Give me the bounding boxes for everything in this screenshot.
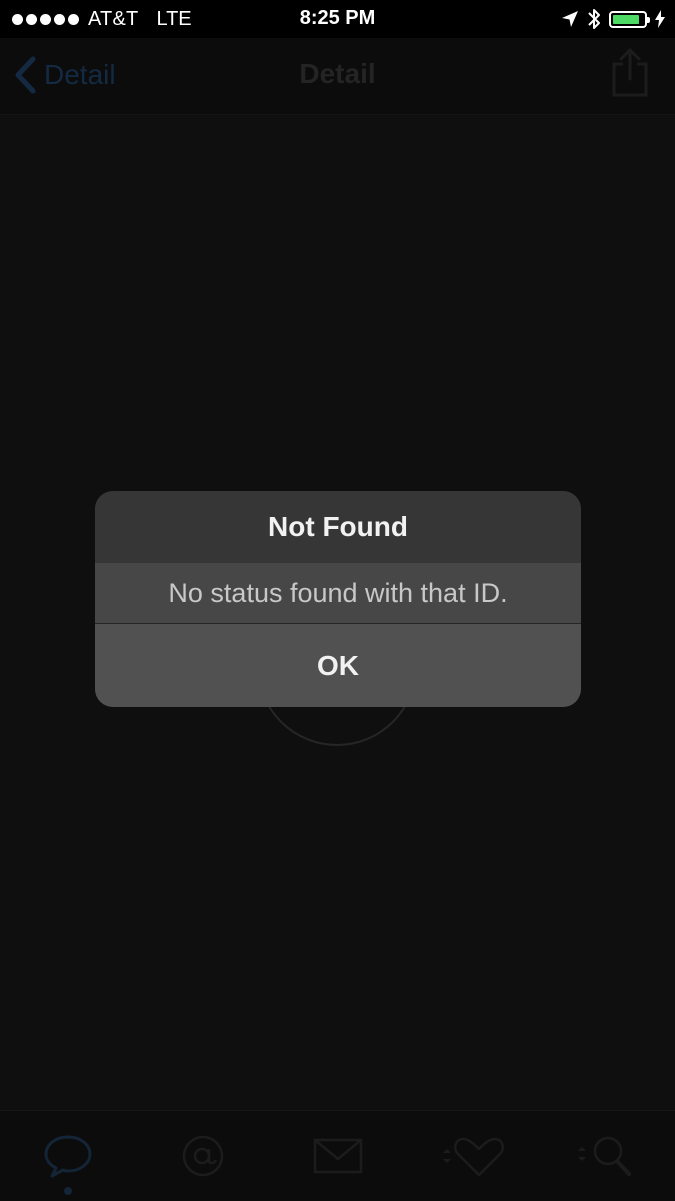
battery-icon <box>609 10 650 28</box>
speech-bubble-icon <box>44 1135 91 1178</box>
charging-bolt-icon <box>655 10 665 28</box>
navigation-bar: Detail Detail <box>0 38 675 115</box>
tab-selected-indicator <box>64 1187 72 1195</box>
tab-messages[interactable] <box>270 1111 405 1201</box>
alert-message: No status found with that ID. <box>95 563 581 623</box>
tab-timeline[interactable] <box>0 1111 135 1201</box>
share-icon <box>612 47 648 97</box>
tab-mentions[interactable] <box>135 1111 270 1201</box>
status-right <box>561 6 665 32</box>
share-button[interactable] <box>611 47 649 103</box>
search-icon <box>577 1136 631 1176</box>
tab-favorites[interactable] <box>405 1111 540 1201</box>
envelope-icon <box>313 1138 362 1174</box>
bluetooth-icon <box>588 9 600 29</box>
location-arrow-icon <box>562 11 578 27</box>
alert-dialog: Not Found No status found with that ID. … <box>95 491 581 707</box>
tab-bar <box>0 1110 675 1201</box>
status-bar: AT&T LTE 8:25 PM <box>0 0 675 38</box>
alert-title: Not Found <box>95 491 581 563</box>
page-title: Detail <box>299 58 376 89</box>
tab-search[interactable] <box>540 1111 675 1201</box>
heart-icon <box>442 1137 504 1177</box>
app-screen: AT&T LTE 8:25 PM Detail Detail Not Found… <box>0 0 675 1201</box>
at-sign-icon <box>182 1135 223 1177</box>
battery-fill <box>613 14 639 24</box>
ok-button[interactable]: OK <box>95 624 581 707</box>
